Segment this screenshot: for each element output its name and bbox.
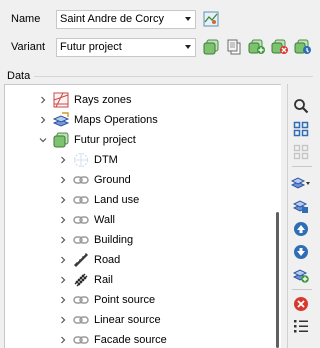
tree-item-futur-project[interactable]: Futur project bbox=[36, 130, 136, 150]
chevron-right-icon[interactable] bbox=[56, 236, 70, 244]
variant-select-value: Futur project bbox=[60, 41, 122, 53]
data-tree[interactable]: Rays zones Maps Operations Futur project bbox=[4, 84, 281, 348]
variant-select[interactable]: Futur project bbox=[56, 38, 196, 57]
list-view-icon[interactable] bbox=[291, 316, 311, 336]
tree-item-label: Linear source bbox=[94, 314, 161, 326]
tree-item-label: Rail bbox=[94, 274, 113, 286]
chevron-down-icon bbox=[185, 17, 191, 21]
link-icon bbox=[73, 332, 89, 348]
tree-item-linear-source[interactable]: Linear source bbox=[56, 310, 161, 330]
layers-dropdown-icon[interactable] bbox=[291, 173, 311, 193]
tree-item-wall[interactable]: Wall bbox=[56, 210, 115, 230]
road-icon bbox=[73, 252, 89, 268]
chevron-right-icon[interactable] bbox=[56, 316, 70, 324]
toolbar-separator bbox=[292, 289, 312, 290]
section-divider bbox=[34, 76, 313, 77]
dtm-icon bbox=[73, 152, 89, 168]
tree-item-ground[interactable]: Ground bbox=[56, 170, 131, 190]
grid-view-disabled-icon[interactable] bbox=[291, 142, 311, 162]
add-layer-icon[interactable] bbox=[291, 265, 311, 285]
chevron-down-icon bbox=[185, 45, 191, 49]
tree-item-rays-zones[interactable]: Rays zones bbox=[36, 90, 131, 110]
rays-zones-icon bbox=[53, 92, 69, 108]
chevron-right-icon[interactable] bbox=[56, 196, 70, 204]
tree-item-label: DTM bbox=[94, 154, 118, 166]
delete-icon[interactable] bbox=[291, 294, 311, 314]
tree-item-label: Rays zones bbox=[74, 94, 132, 106]
tree-item-label: Maps Operations bbox=[74, 114, 158, 126]
data-section-label: Data bbox=[7, 70, 31, 82]
name-select[interactable]: Saint Andre de Corcy bbox=[56, 10, 196, 29]
link-icon bbox=[73, 192, 89, 208]
tree-item-maps-operations[interactable]: Maps Operations bbox=[36, 110, 158, 130]
tree-item-label: Wall bbox=[94, 214, 115, 226]
tree-item-land-use[interactable]: Land use bbox=[56, 190, 139, 210]
chevron-right-icon[interactable] bbox=[56, 176, 70, 184]
tree-item-rail[interactable]: Rail bbox=[56, 270, 113, 290]
variant-settings-icon[interactable] bbox=[294, 38, 312, 56]
rail-icon bbox=[73, 272, 89, 288]
tree-item-label: Futur project bbox=[74, 134, 136, 146]
tree-item-point-source[interactable]: Point source bbox=[56, 290, 155, 310]
link-icon bbox=[73, 312, 89, 328]
map-properties-icon[interactable] bbox=[202, 10, 220, 28]
tree-item-label: Building bbox=[94, 234, 134, 246]
maps-operations-icon bbox=[53, 112, 69, 128]
tree-item-label: Point source bbox=[94, 294, 156, 306]
layer-settings-icon[interactable] bbox=[291, 196, 311, 216]
tree-scrollbar-thumb[interactable] bbox=[276, 212, 279, 348]
tree-item-label: Land use bbox=[94, 194, 140, 206]
move-up-icon[interactable] bbox=[291, 219, 311, 239]
variant-label: Variant bbox=[11, 41, 46, 53]
name-label: Name bbox=[11, 13, 41, 25]
tree-item-label: Facade source bbox=[94, 334, 167, 346]
delete-variant-icon[interactable] bbox=[271, 38, 289, 56]
chevron-right-icon[interactable] bbox=[56, 256, 70, 264]
variant-icon[interactable] bbox=[202, 38, 220, 56]
chevron-right-icon[interactable] bbox=[56, 216, 70, 224]
link-icon bbox=[73, 212, 89, 228]
move-down-icon[interactable] bbox=[291, 242, 311, 262]
tree-item-building[interactable]: Building bbox=[56, 230, 133, 250]
grid-view-icon[interactable] bbox=[291, 119, 311, 139]
toolbar-separator bbox=[292, 166, 312, 167]
copy-variant-icon[interactable] bbox=[225, 38, 243, 56]
variant-icon bbox=[53, 132, 69, 148]
chevron-right-icon[interactable] bbox=[36, 96, 50, 104]
tree-item-road[interactable]: Road bbox=[56, 250, 120, 270]
chevron-right-icon[interactable] bbox=[56, 276, 70, 284]
chevron-right-icon[interactable] bbox=[56, 336, 70, 344]
chevron-right-icon[interactable] bbox=[56, 296, 70, 304]
tree-item-dtm[interactable]: DTM bbox=[56, 150, 118, 170]
chevron-right-icon[interactable] bbox=[36, 116, 50, 124]
link-icon bbox=[73, 232, 89, 248]
chevron-right-icon[interactable] bbox=[56, 156, 70, 164]
search-icon[interactable] bbox=[291, 96, 311, 116]
tree-item-facade-source[interactable]: Facade source bbox=[56, 330, 167, 348]
link-icon bbox=[73, 292, 89, 308]
chevron-down-icon[interactable] bbox=[36, 136, 50, 144]
name-select-value: Saint Andre de Corcy bbox=[60, 13, 164, 25]
tree-item-label: Road bbox=[94, 254, 121, 266]
tree-item-label: Ground bbox=[94, 174, 131, 186]
link-icon bbox=[73, 172, 89, 188]
add-variant-icon[interactable] bbox=[248, 38, 266, 56]
